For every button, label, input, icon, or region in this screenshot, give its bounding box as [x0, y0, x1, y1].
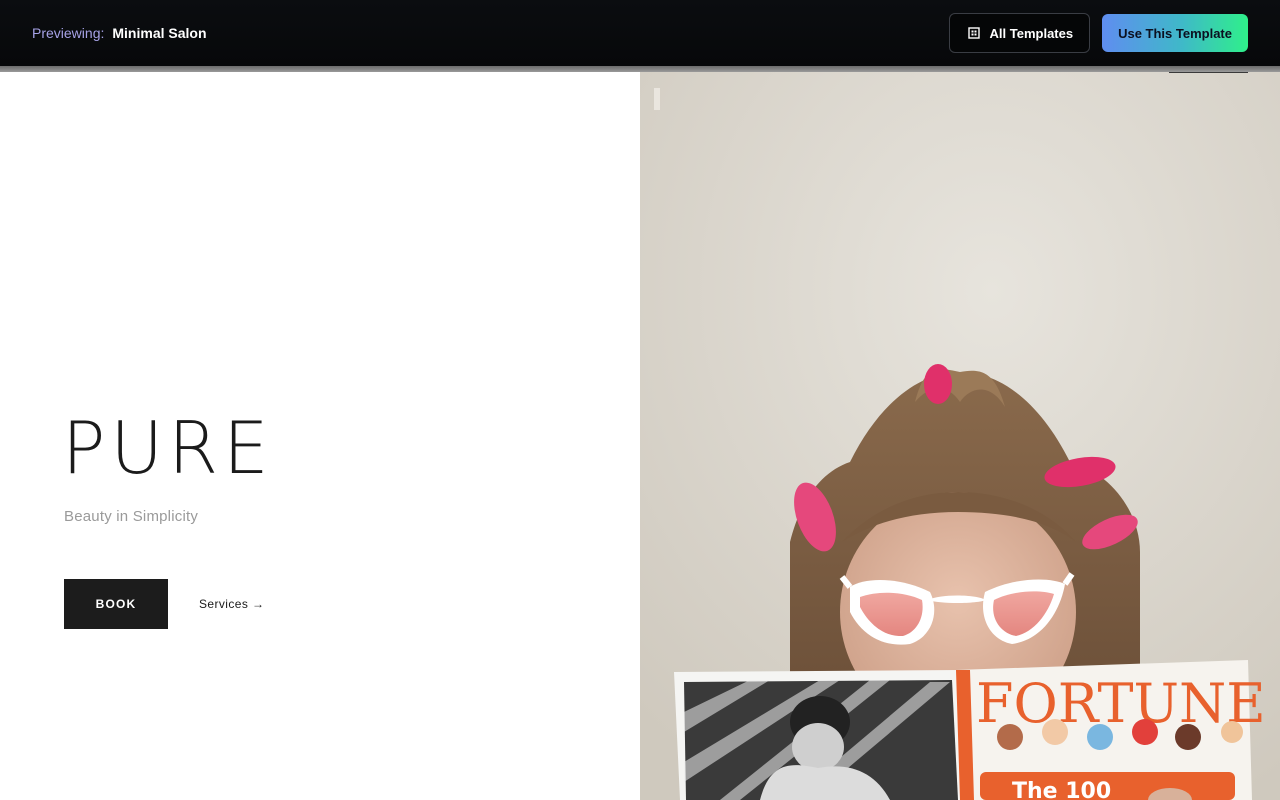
preview-bar: Previewing: Minimal Salon All Templates … [0, 0, 1280, 66]
nav-indicator [1169, 72, 1248, 73]
hero-image: FORTUNE The 100 [640, 72, 1280, 800]
hero-left: PURE Beauty in Simplicity BOOK Services … [0, 72, 640, 800]
grid-icon [967, 27, 980, 39]
use-template-button[interactable]: Use This Template [1102, 14, 1248, 52]
magazine: FORTUNE The 100 [674, 660, 1266, 800]
preview-label: Previewing: Minimal Salon [32, 25, 207, 41]
services-link[interactable]: Services → [199, 597, 264, 611]
book-button[interactable]: BOOK [64, 579, 168, 629]
hero-title: PURE [62, 406, 274, 490]
template-name: Minimal Salon [112, 25, 207, 41]
hero-subtitle: Beauty in Simplicity [64, 508, 199, 525]
all-templates-button[interactable]: All Templates [948, 13, 1091, 53]
preview-actions: All Templates Use This Template [948, 13, 1248, 53]
hero-photo-illustration: FORTUNE The 100 [640, 72, 1280, 800]
preview-prefix: Previewing: [32, 25, 105, 41]
all-templates-label: All Templates [989, 25, 1074, 41]
magazine-cover-line: The 100 [1012, 779, 1111, 800]
magazine-title: FORTUNE [976, 672, 1266, 735]
